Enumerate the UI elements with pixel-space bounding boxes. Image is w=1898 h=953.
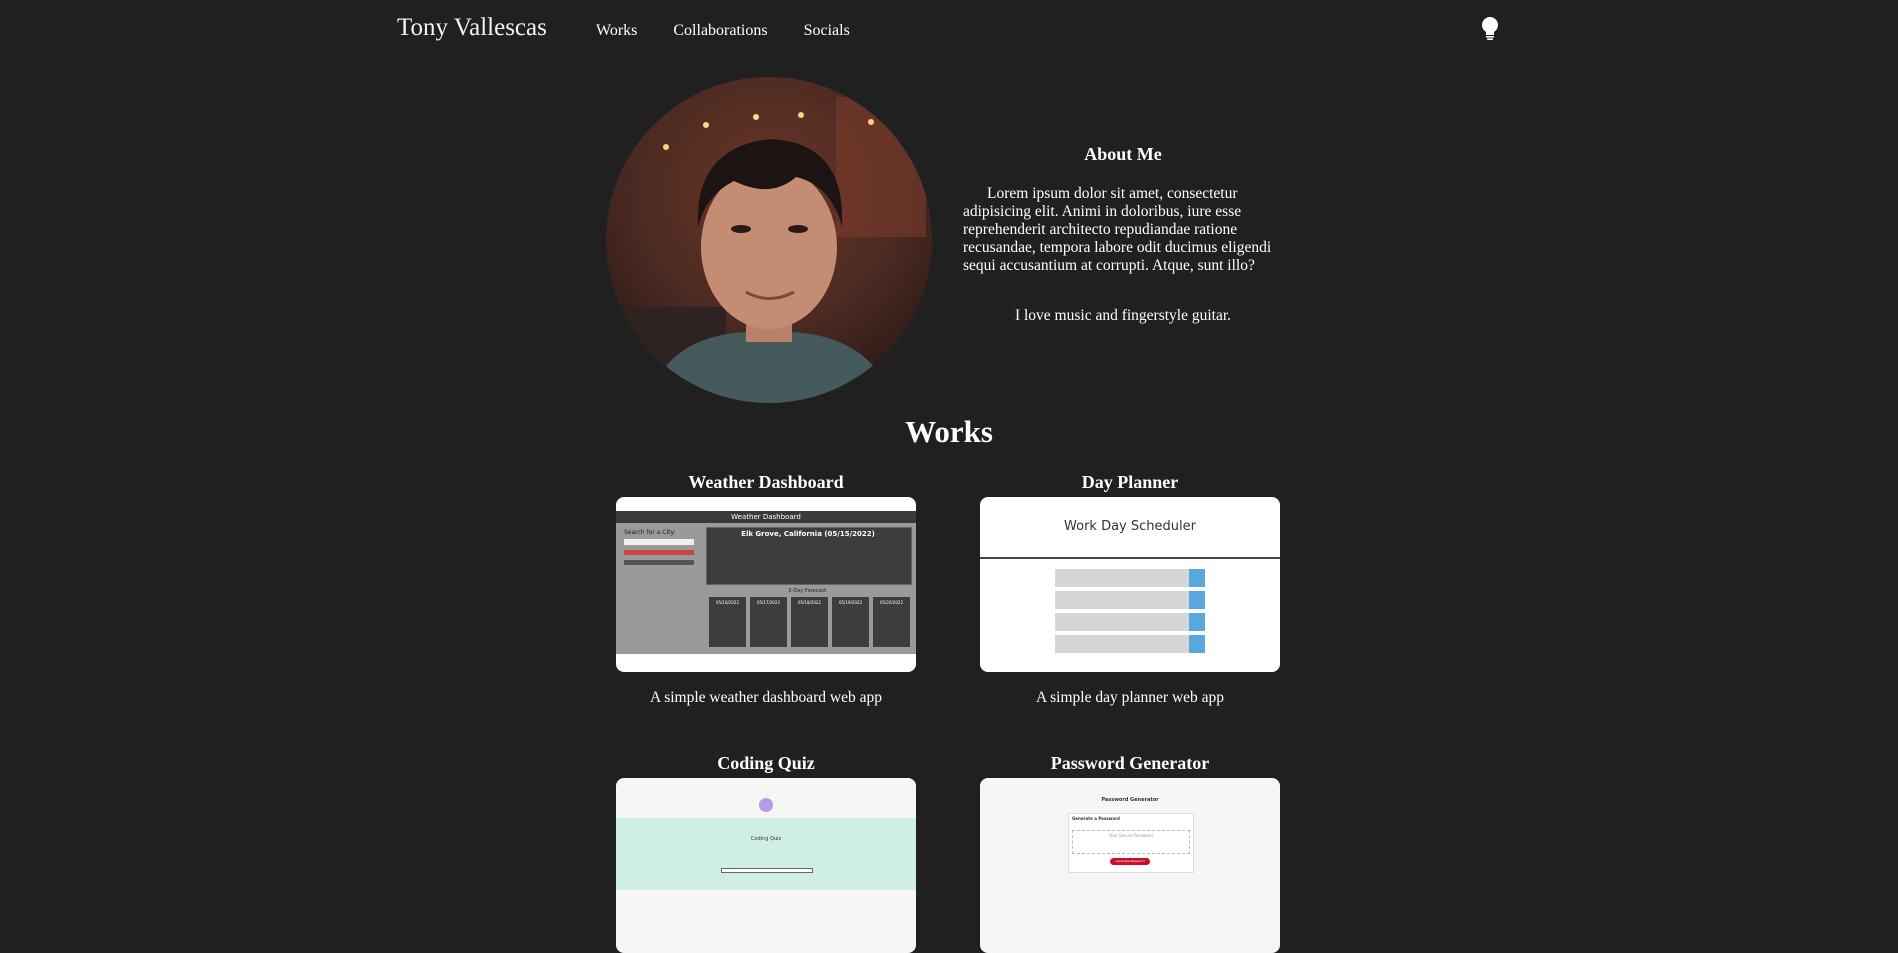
top-nav: Tony Vallescas Works Collaborations Soci… [0, 0, 1898, 64]
project-thumbnail[interactable]: Coding Quiz [616, 778, 916, 953]
project-description: A simple weather dashboard web app [649, 689, 882, 706]
about-title: About Me [1084, 144, 1162, 164]
nav-link-socials[interactable]: Socials [804, 22, 850, 40]
brand-name[interactable]: Tony Vallescas [397, 14, 547, 42]
project-card-day-planner: Day Planner Work Day Scheduler A simple … [980, 471, 1280, 707]
works-heading: Works [905, 414, 993, 449]
nav-link-collaborations[interactable]: Collaborations [673, 22, 767, 40]
lightbulb-icon[interactable] [1480, 16, 1500, 42]
nav-links: Works Collaborations Socials [596, 22, 850, 40]
nav-link-works[interactable]: Works [596, 22, 637, 40]
about-hobby: I love music and fingerstyle guitar. [1014, 307, 1232, 324]
project-thumbnail[interactable]: Work Day Scheduler [980, 497, 1280, 672]
project-title: Day Planner [1081, 472, 1179, 492]
project-card-password-generator: Password Generator Password Generator Ge… [980, 752, 1280, 953]
about-section: About Me Lorem ipsum dolor sit amet, con… [963, 140, 1283, 325]
project-title: Coding Quiz [717, 753, 815, 773]
profile-photo [606, 77, 932, 403]
project-title: Password Generator [1050, 753, 1210, 773]
about-text: Lorem ipsum dolor sit amet, consectetur … [963, 185, 1272, 274]
project-title: Weather Dashboard [688, 472, 844, 492]
project-card-weather-dashboard: Weather Dashboard Weather Dashboard Sear… [616, 471, 916, 707]
project-thumbnail[interactable]: Weather Dashboard Search for a City: Elk… [616, 497, 916, 672]
project-thumbnail[interactable]: Password Generator Generate a Password Y… [980, 778, 1280, 953]
project-card-coding-quiz: Coding Quiz Coding Quiz [616, 752, 916, 953]
project-description: A simple day planner web app [1035, 689, 1225, 706]
